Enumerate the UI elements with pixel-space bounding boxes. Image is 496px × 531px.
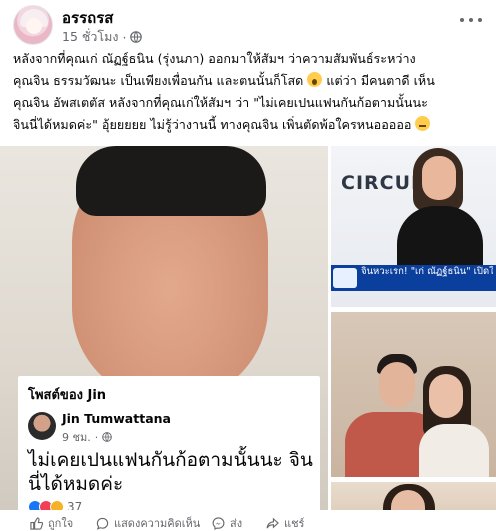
embedded-author-name: Jin Tumwattana (62, 411, 171, 426)
send-label: ส่ง (230, 517, 243, 530)
post-time[interactable]: 15 ชั่วโมง (62, 27, 118, 47)
post-action-bar: ถูกใจ แสดงความคิดเห็น ส่ง แชร์ (0, 510, 496, 531)
send-button[interactable]: ส่ง (212, 514, 242, 531)
caption-line: คุณจิน อัพสเตตัส หลังจากที่คุณเก่ให้สัมฯ… (13, 95, 428, 110)
meta-separator: · (122, 29, 127, 45)
channel-logo-icon (333, 268, 357, 288)
embedded-post-meta: 9 ชม. · (62, 428, 113, 446)
news-ticker: จินหวะเรก! "เก่ ณัฏฐ์ธนิน" เปิดใจครั้ง เ… (331, 265, 496, 291)
shocked-face-emoji-icon (307, 72, 323, 87)
side-photo-couple[interactable] (331, 312, 496, 477)
ticker-text: จินหวะเรก! "เก่ ณัฏฐ์ธนิน" เปิดใจครั้ง เ… (361, 266, 493, 277)
embedded-time: 9 ชม. (62, 431, 91, 444)
comment-bubble-icon (96, 517, 109, 530)
post-caption: หลังจากที่คุณเก่ ณัฏฐ์ธนิน (รุ่งนภา) ออก… (13, 48, 489, 136)
embedded-post-title: โพสต์ของ Jin (28, 388, 107, 403)
like-button[interactable]: ถูกใจ (30, 514, 73, 531)
main-photo[interactable]: โพสต์ของ Jin Jin Tumwattana 9 ชม. · ไม่เ… (0, 146, 328, 531)
share-button[interactable]: แชร์ (266, 514, 304, 531)
embedded-avatar (28, 412, 56, 440)
post-header: อรรถรส 15 ชั่วโมง · (0, 0, 496, 46)
share-label: แชร์ (284, 517, 305, 530)
caption-line: คุณจิน ธรรมวัฒนะ เป็นเพียงเพื่อนกัน และต… (13, 72, 435, 88)
like-label: ถูกใจ (48, 517, 74, 530)
caption-line: หลังจากที่คุณเก่ ณัฏฐ์ธนิน (รุ่งนภา) ออก… (13, 51, 416, 66)
comment-label: แสดงความคิดเห็น (114, 517, 201, 530)
post-meta: 15 ชั่วโมง · (62, 27, 143, 47)
more-options-icon[interactable] (460, 12, 482, 28)
side-photos: CIRCULO CI จินหวะเรก! "เก่ ณัฏฐ์ธนิน" เป… (331, 146, 496, 531)
globe-icon (102, 432, 113, 442)
globe-icon (130, 31, 143, 43)
messenger-icon (212, 516, 225, 530)
share-arrow-icon (266, 517, 279, 528)
thinking-face-emoji-icon (415, 116, 431, 131)
author-avatar[interactable] (13, 5, 53, 45)
post-media-grid: โพสต์ของ Jin Jin Tumwattana 9 ชม. · ไม่เ… (0, 146, 496, 531)
thumbs-up-icon (30, 516, 43, 530)
side-photo-news[interactable]: CIRCULO CI จินหวะเรก! "เก่ ณัฏฐ์ธนิน" เป… (331, 146, 496, 307)
embedded-separator: · (94, 430, 99, 444)
embedded-post-screenshot: โพสต์ของ Jin Jin Tumwattana 9 ชม. · ไม่เ… (18, 376, 320, 531)
caption-line: จินนี่ได้หมดค่ะ" อุ้ยยยยย ไม่รู้ว่างานนี… (13, 114, 489, 136)
embedded-post-text: ไม่เคยเปนแฟนกันก้อตามนั้นนะ จินนี่ได้หมด… (28, 449, 313, 495)
comment-button[interactable]: แสดงความคิดเห็น (96, 514, 200, 531)
